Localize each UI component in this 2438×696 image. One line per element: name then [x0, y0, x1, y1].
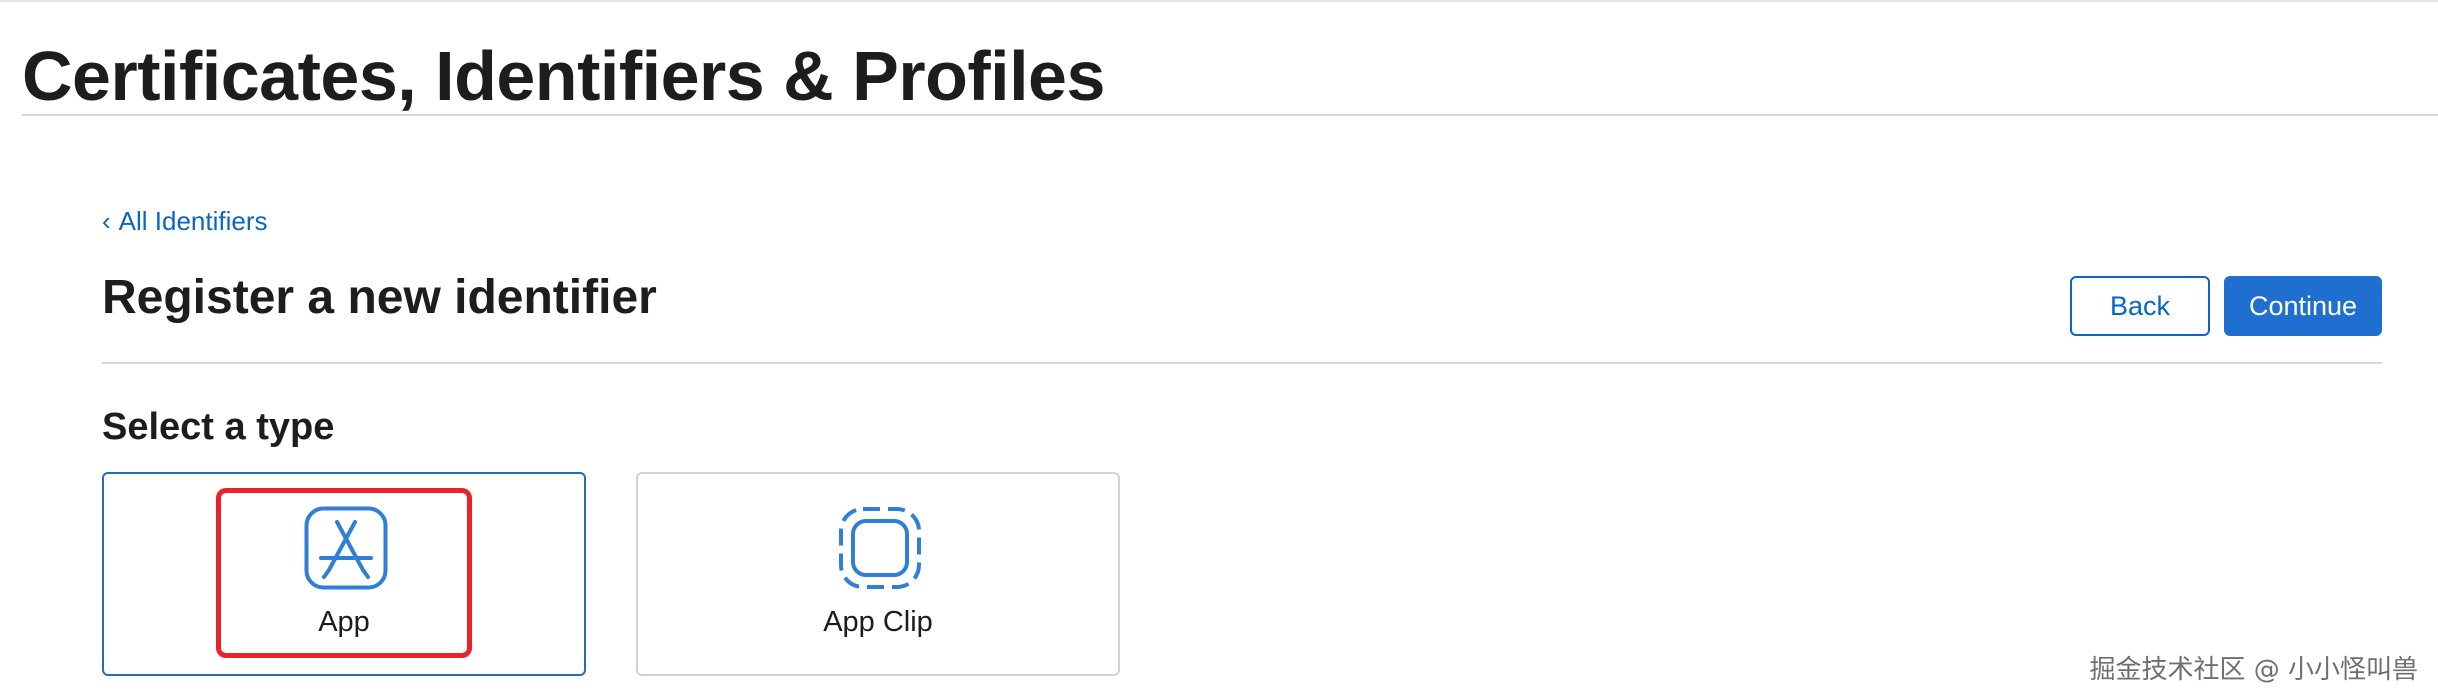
register-identifier-content: ‹ All Identifiers Register a new identifi… [102, 200, 2382, 696]
select-type-title: Select a type [102, 406, 335, 448]
continue-button[interactable]: Continue [2224, 276, 2382, 336]
chevron-left-icon: ‹ [102, 206, 111, 236]
app-clip-icon [839, 507, 921, 589]
back-button[interactable]: Back [2070, 276, 2210, 336]
red-highlight-annotation [216, 488, 472, 658]
watermark: 掘金技术社区 @ 小小怪叫兽 [2089, 655, 2418, 685]
page-header: Certificates, Identifiers & Profiles [22, 20, 2438, 116]
page: Certificates, Identifiers & Profiles ‹ Al… [0, 0, 2438, 696]
all-identifiers-link-label: All Identifiers [118, 206, 268, 236]
type-option-label: App Clip [823, 606, 933, 638]
type-option-app[interactable]: App [102, 472, 586, 676]
top-rule [0, 0, 2438, 2]
page-title: Certificates, Identifiers & Profiles [22, 37, 1105, 115]
register-identifier-title: Register a new identifier [102, 271, 657, 324]
section-divider [102, 362, 2382, 364]
all-identifiers-link[interactable]: ‹ All Identifiers [102, 205, 268, 237]
type-option-app-clip[interactable]: App Clip [636, 472, 1120, 676]
